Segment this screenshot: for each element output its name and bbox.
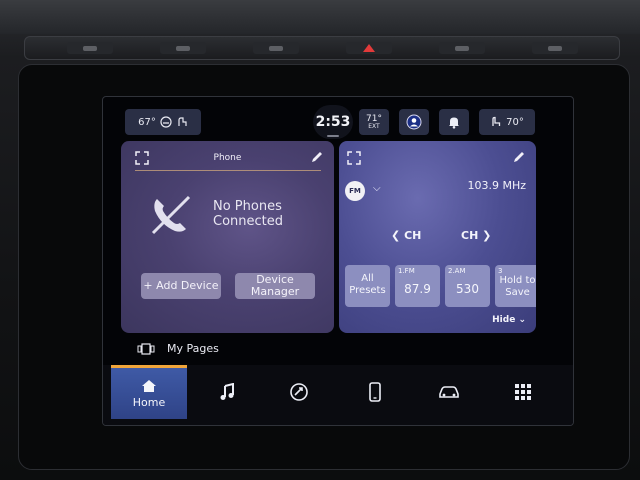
hw-button-2[interactable] <box>159 42 206 54</box>
band-dropdown-chevron-icon[interactable]: ⌵ <box>373 183 381 194</box>
my-pages-row[interactable]: My Pages <box>137 342 219 355</box>
phone-card[interactable]: Phone No Phones Connected + Add Device D… <box>121 141 334 333</box>
nav-navigation[interactable] <box>279 365 319 419</box>
channel-next-button[interactable]: CH ❯ <box>461 229 491 242</box>
preset-1-number: 1.FM <box>398 267 415 275</box>
nav-phone[interactable] <box>355 365 395 419</box>
nav-home[interactable]: Home <box>111 365 187 419</box>
all-presets-line1: All <box>361 273 374 284</box>
hw-button-1[interactable] <box>66 42 113 54</box>
steering-heat-icon <box>178 117 187 126</box>
preset-1-button[interactable]: 1.FM 87.9 <box>395 265 440 307</box>
outside-temp-chip: 71° EXT <box>359 109 389 135</box>
nav-media[interactable] <box>207 365 247 419</box>
hazard-button[interactable] <box>345 42 392 54</box>
device-manager-line2: Manager <box>250 285 300 298</box>
preset-3-hold-button[interactable]: 3 Hold to Save <box>495 265 536 307</box>
edit-pencil-icon[interactable] <box>310 150 324 167</box>
preset-2-number: 2.AM <box>448 267 466 275</box>
profile-chip[interactable] <box>399 109 429 135</box>
chevron-left-icon: ❮ <box>391 229 401 242</box>
title-divider <box>135 170 321 171</box>
band-badge[interactable]: FM <box>345 181 365 201</box>
preset-2-value: 530 <box>456 282 479 296</box>
preset-3-number: 3 <box>498 267 503 275</box>
phone-card-title: Phone <box>213 153 242 163</box>
vent-strip <box>0 0 640 34</box>
add-device-button[interactable]: + Add Device <box>141 273 221 299</box>
hide-label: Hide <box>492 315 516 325</box>
bottom-nav: Home <box>103 365 573 425</box>
navigation-icon <box>290 383 308 401</box>
channel-prev-button[interactable]: ❮ CH <box>391 229 421 242</box>
expand-icon[interactable] <box>347 151 361 168</box>
nav-vehicle[interactable] <box>429 365 469 419</box>
seat-heat-icon <box>160 116 172 128</box>
pages-carousel-icon <box>137 342 155 355</box>
preset-1-value: 87.9 <box>404 282 431 296</box>
hw-button-3[interactable] <box>252 42 299 54</box>
hide-button[interactable]: Hide ⌄ <box>492 315 526 325</box>
hw-button-5[interactable] <box>438 42 485 54</box>
climate-left-temp: 67° <box>138 116 156 128</box>
all-presets-button[interactable]: All Presets <box>345 265 390 307</box>
no-phones-line2: Connected <box>213 214 284 229</box>
station-frequency: 103.9 MHz <box>467 179 526 192</box>
climate-right-chip[interactable]: 70° <box>479 109 535 135</box>
no-phones-message: No Phones Connected <box>213 199 283 229</box>
chevron-right-icon: ❯ <box>482 229 492 242</box>
clock: 2:53 <box>313 105 353 139</box>
notifications-chip[interactable] <box>439 109 469 135</box>
home-icon <box>142 379 156 392</box>
hw-button-6[interactable] <box>531 42 578 54</box>
music-icon <box>220 383 234 400</box>
bell-icon <box>449 117 459 129</box>
chevron-down-icon: ⌄ <box>518 315 526 325</box>
my-pages-label: My Pages <box>167 342 219 355</box>
infotainment-screen: 67° 2:53 71° EXT 70° Phone No Phones Con… <box>102 96 574 426</box>
channel-next-label: CH <box>461 229 479 242</box>
vehicle-icon <box>439 386 459 398</box>
all-presets-line2: Presets <box>349 285 386 296</box>
seat-icon <box>492 116 501 126</box>
climate-right-temp: 70° <box>506 116 524 128</box>
channel-prev-label: CH <box>404 229 422 242</box>
hold-to-save-line1: Hold to <box>499 275 536 286</box>
status-bar: 67° 2:53 71° EXT 70° <box>103 97 573 139</box>
device-manager-button[interactable]: Device Manager <box>235 273 315 299</box>
hardware-button-bar <box>24 36 620 60</box>
clock-time: 2:53 <box>315 114 351 130</box>
no-phone-icon <box>151 195 191 235</box>
climate-left-chip[interactable]: 67° <box>125 109 201 135</box>
nav-home-label: Home <box>132 395 166 409</box>
user-profile-icon <box>406 114 422 130</box>
outside-label: EXT <box>368 123 380 130</box>
phone-icon <box>369 382 381 402</box>
preset-2-button[interactable]: 2.AM 530 <box>445 265 490 307</box>
dashboard-surround: 67° 2:53 71° EXT 70° Phone No Phones Con… <box>0 0 640 480</box>
no-phones-line1: No Phones <box>213 199 282 214</box>
radio-card[interactable]: FM ⌵ 103.9 MHz ❮ CH CH ❯ All Presets 1.F… <box>339 141 536 333</box>
hold-to-save-line2: Save <box>505 287 530 298</box>
nav-apps[interactable] <box>503 365 543 419</box>
apps-grid-icon <box>515 384 531 400</box>
edit-pencil-icon[interactable] <box>512 150 526 167</box>
